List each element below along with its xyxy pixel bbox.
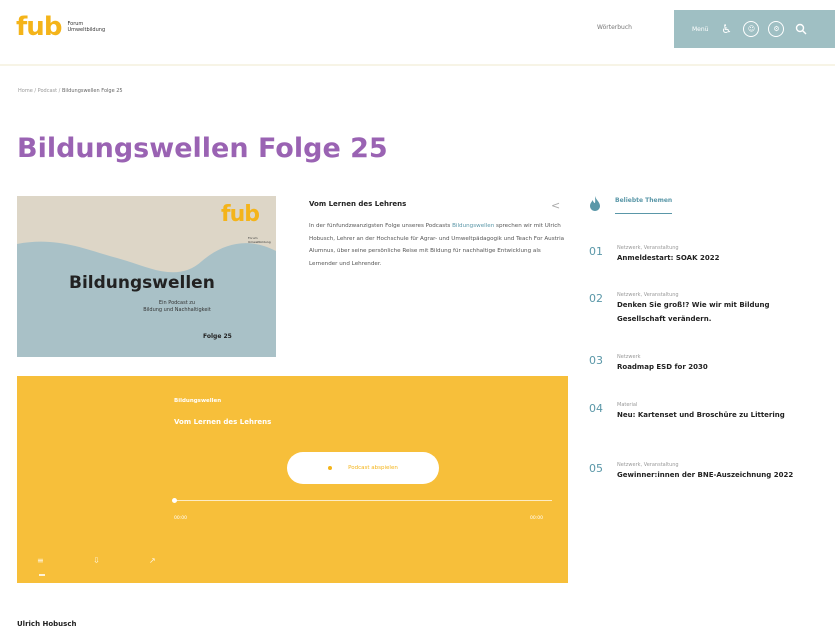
podcast-player: Bildungswellen Vom Lernen des Lehrens Po… [17,376,568,583]
breadcrumb-home[interactable]: Home [18,88,33,94]
settings-icon[interactable]: ⚙ [768,21,785,37]
download-icon[interactable]: ⇩ [93,556,100,565]
author-name: Ulrich Hobusch [17,620,77,628]
breadcrumb: Home / Podcast / Bildungswellen Folge 25 [18,88,123,94]
play-button-label: Podcast abspielen [348,465,398,471]
share-icon[interactable]: < [551,199,560,212]
progress-track[interactable] [174,500,552,501]
cover-subtitle: Ein Podcast zu Bildung und Nachhaltigkei… [117,300,237,314]
episode-cover-image: fub Forum Umweltbildung Bildungswellen E… [17,196,276,357]
topic-title[interactable]: Anmeldestart: SOAK 2022 [617,251,807,265]
episode-description: Vom Lernen des Lehrens In der fünfundzwa… [309,200,571,270]
playlist-indicator [39,574,45,576]
popular-topics: Beliebte Themen 01 Netzwerk, Veranstaltu… [589,196,819,479]
popular-topics-header: Beliebte Themen [589,196,819,215]
site-logo[interactable]: fub Forum Umweltbildung [16,14,105,40]
flame-icon [589,196,607,215]
logo-text: Forum Umweltbildung [67,21,105,33]
topic-item[interactable]: 01 Netzwerk, Veranstaltung Anmeldestart:… [589,245,807,265]
topic-title[interactable]: Denken Sie groß!? Wie wir mit Bildung Ge… [617,298,807,326]
menu-button[interactable]: Menü [692,26,708,33]
description-text-start: In der fünfundzwanzigsten Folge unseres … [309,223,453,229]
time-total: 00:00 [530,516,543,521]
topic-number: 01 [589,245,603,258]
time-elapsed: 00:00 [174,516,187,521]
cover-episode: Folge 25 [203,333,232,340]
playlist-icon[interactable]: ≡ [37,556,44,565]
share-link-icon[interactable]: ↗ [149,556,156,565]
description-heading: Vom Lernen des Lehrens [309,200,407,208]
easy-language-icon[interactable]: ☺ [743,21,760,37]
player-episode-title: Vom Lernen des Lehrens [174,418,272,426]
logo-mark: fub [16,12,62,42]
cover-logo: fub [221,202,260,227]
topic-number: 04 [589,402,603,415]
cover-logo-sub: Forum Umweltbildung [248,236,271,244]
page-title: Bildungswellen Folge 25 [17,133,388,164]
breadcrumb-current: Bildungswellen Folge 25 [61,88,123,94]
progress-handle[interactable] [172,498,177,503]
popular-topics-heading: Beliebte Themen [615,197,673,214]
topic-number: 03 [589,354,603,367]
woerterbuch-link[interactable]: Wörterbuch [597,24,632,31]
player-series: Bildungswellen [174,398,222,404]
topic-item[interactable]: 03 Netzwerk Roadmap ESD for 2030 [589,354,807,374]
description-text-end: sprechen wir mit Ulrich Hobusch, Lehrer … [309,223,565,267]
accessibility-icon[interactable]: ♿ [718,21,734,37]
bildungswellen-link[interactable]: Bildungswellen [452,223,494,229]
topic-title[interactable]: Gewinner:innen der BNE-Auszeichnung 2022 [617,468,807,482]
topic-item[interactable]: 04 Material Neu: Kartenset und Broschüre… [589,402,807,422]
description-text: In der fünfundzwanzigsten Folge unseres … [309,220,571,270]
logo-line-2: Umweltbildung [67,27,106,33]
cover-title: Bildungswellen [69,273,215,293]
cover-subtitle-2: Bildung und Nachhaltigkeit [143,307,211,313]
topic-title[interactable]: Neu: Kartenset und Broschüre zu Litterin… [617,408,807,422]
search-icon[interactable] [793,21,809,37]
topic-number: 02 [589,292,603,305]
breadcrumb-podcast[interactable]: Podcast [38,88,57,94]
topic-item[interactable]: 05 Netzwerk, Veranstaltung Gewinner:inne… [589,462,807,482]
nav-bar: Menü ♿ ☺ ⚙ [674,10,835,48]
play-icon [328,466,333,470]
topic-item[interactable]: 02 Netzwerk, Veranstaltung Denken Sie gr… [589,292,807,326]
cover-logo-sub-2: Umweltbildung [248,240,271,244]
topic-title[interactable]: Roadmap ESD for 2030 [617,360,807,374]
site-header: fub Forum Umweltbildung Wörterbuch Menü … [0,0,835,66]
cover-subtitle-1: Ein Podcast zu [158,300,196,306]
play-button[interactable]: Podcast abspielen [287,452,439,484]
topic-number: 05 [589,462,603,475]
